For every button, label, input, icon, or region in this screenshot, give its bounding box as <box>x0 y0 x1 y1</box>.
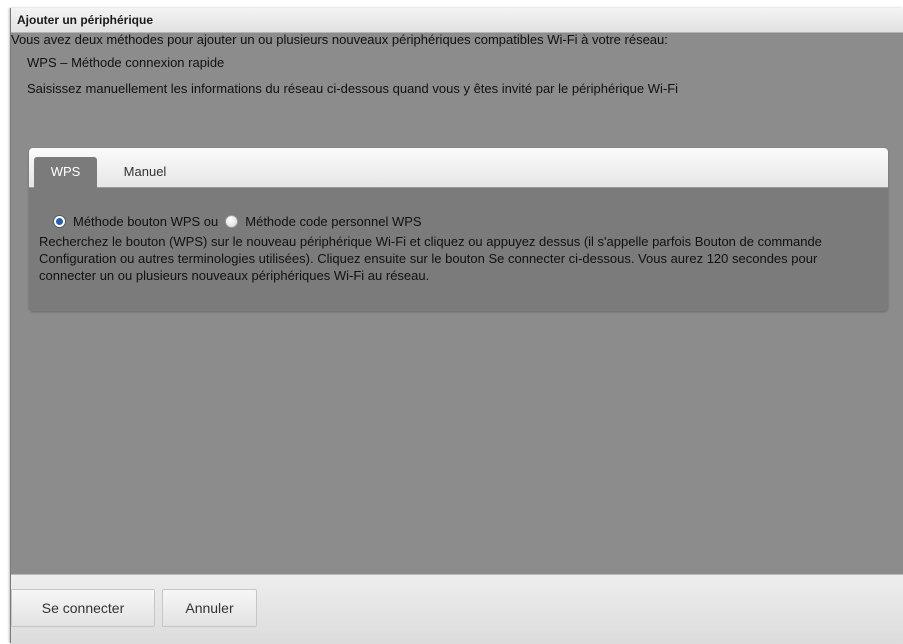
tab-strip: WPS Manuel <box>29 148 888 188</box>
tab-manuel[interactable]: Manuel <box>113 157 177 187</box>
tab-wps[interactable]: WPS <box>34 157 97 188</box>
method-manual-text: Saisissez manuellement les informations … <box>27 81 679 96</box>
method-tab-panel: WPS Manuel Méthode bouton WPS ou Méthode… <box>29 148 888 311</box>
radio-push-button-label[interactable]: Méthode bouton WPS ou <box>73 214 218 229</box>
dialog-title: Ajouter un périphérique <box>17 13 154 27</box>
radio-unselected-icon[interactable] <box>225 215 239 228</box>
method-wps-text: WPS – Méthode connexion rapide <box>27 55 225 70</box>
dialog-footer: Se connecter Annuler <box>11 574 903 644</box>
wps-method-radio-group: Méthode bouton WPS ou Méthode code perso… <box>53 214 422 229</box>
cancel-button[interactable]: Annuler <box>162 589 257 627</box>
radio-selected-icon[interactable] <box>53 215 66 228</box>
dialog-titlebar: Ajouter un périphérique <box>11 8 903 33</box>
radio-pin-label[interactable]: Méthode code personnel WPS <box>245 214 421 229</box>
wps-description: Recherchez le bouton (WPS) sur le nouvea… <box>39 234 822 283</box>
add-device-dialog: Ajouter un périphérique Vous avez deux m… <box>10 8 903 644</box>
intro-text: Vous avez deux méthodes pour ajouter un … <box>11 32 668 47</box>
connect-button[interactable]: Se connecter <box>11 589 155 627</box>
